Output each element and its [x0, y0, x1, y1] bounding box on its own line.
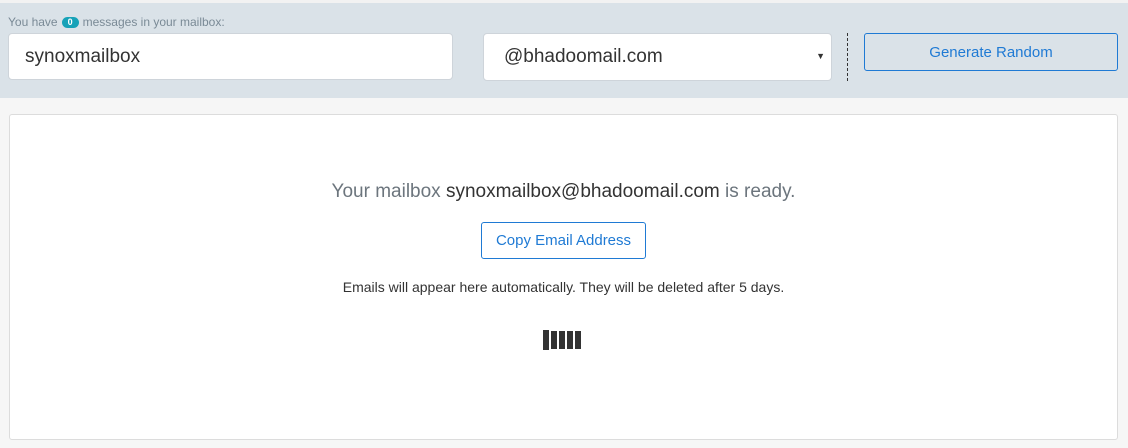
message-count-suffix: messages in your mailbox: — [82, 15, 225, 29]
message-count-text: You have 0 messages in your mailbox: — [8, 15, 225, 29]
generate-random-button[interactable]: Generate Random — [864, 33, 1118, 71]
mailbox-address: synoxmailbox@bhadoomail.com — [445, 181, 720, 202]
ready-suffix: is ready. — [725, 181, 796, 202]
domain-select[interactable]: @bhadoomail.com ▼ — [483, 33, 832, 81]
inbox-panel: Your mailbox synoxmailbox@bhadoomail.com… — [9, 114, 1118, 440]
loader-bar — [559, 331, 565, 349]
loader-bar — [567, 331, 573, 349]
message-count-prefix: You have — [8, 15, 58, 29]
chevron-down-icon: ▼ — [816, 51, 825, 61]
loader-bar — [543, 330, 549, 350]
loader-bar — [575, 331, 581, 349]
divider — [847, 33, 848, 81]
message-count-badge: 0 — [61, 16, 79, 28]
ready-prefix: Your mailbox — [331, 181, 441, 202]
info-text: Emails will appear here automatically. T… — [342, 279, 785, 295]
loading-bars-icon — [543, 330, 581, 350]
mailbox-header: You have 0 messages in your mailbox: @bh… — [0, 0, 1128, 98]
domain-select-value: @bhadoomail.com — [504, 46, 663, 67]
username-input[interactable] — [8, 33, 453, 80]
copy-email-address-button[interactable]: Copy Email Address — [481, 222, 646, 259]
loader-bar — [551, 331, 557, 349]
mailbox-ready-message: Your mailbox synoxmailbox@bhadoomail.com… — [10, 181, 1117, 203]
